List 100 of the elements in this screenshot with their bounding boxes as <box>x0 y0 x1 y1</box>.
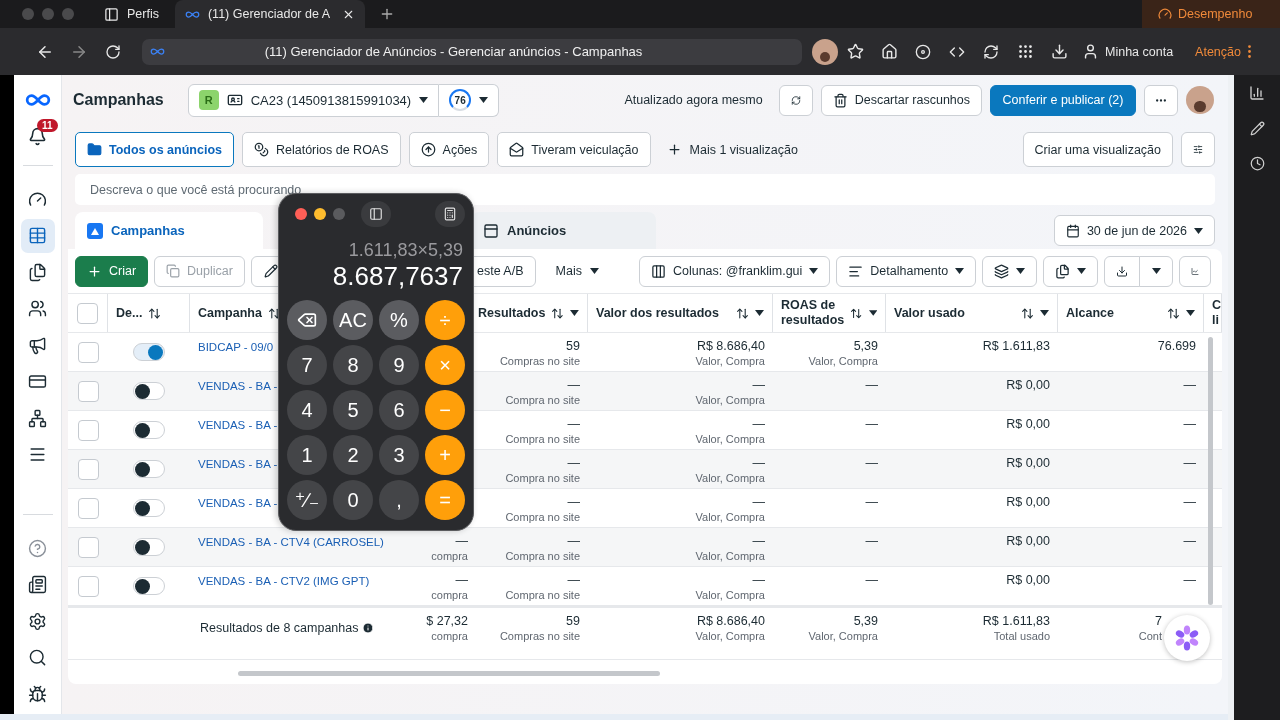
campaign-link[interactable]: VENDAS - BA - <box>198 378 278 394</box>
calculator-key[interactable]: 7 <box>287 345 327 385</box>
close-button[interactable] <box>295 208 307 220</box>
address-field[interactable]: (11) Gerenciador de Anúncios - Gerenciar anúncios - Campanhas <box>142 38 802 65</box>
create-button[interactable]: Criar <box>75 255 149 287</box>
campaign-link[interactable]: VENDAS - BA - CTV2 (IMG GPT) <box>198 573 370 589</box>
add-view-button[interactable]: Mais 1 visualização <box>658 142 806 157</box>
campaign-link[interactable]: BIDCAP - 09/0 <box>198 339 274 355</box>
more-menu-button[interactable]: Mais <box>541 264 613 278</box>
cell-value: — <box>752 455 765 471</box>
view-tab[interactable]: Todos os anúncios <box>75 132 234 167</box>
calculator-key[interactable]: AC <box>333 300 373 340</box>
calculator-key[interactable]: 9 <box>379 345 419 385</box>
create-view-button[interactable]: Criar uma visualização <box>1022 132 1173 167</box>
level-tab[interactable]: Campanhas <box>75 212 263 249</box>
cell-value: — <box>1183 377 1196 393</box>
caret-icon <box>479 97 489 103</box>
level-tab[interactable]: Anúncios <box>471 212 656 249</box>
checkbox[interactable] <box>77 419 99 441</box>
campaign-link[interactable]: VENDAS - BA - <box>198 456 278 472</box>
calculator-key[interactable]: 2 <box>333 435 373 475</box>
cell-value: R$ 8.686,40 <box>696 338 765 354</box>
documents-icon <box>28 262 47 282</box>
score-selector[interactable]: 76 <box>439 83 500 117</box>
toggle-switch[interactable] <box>133 460 165 478</box>
toggle-switch[interactable] <box>133 499 165 517</box>
publish-button[interactable]: Conferir e publicar (2) <box>990 84 1136 116</box>
vertical-scrollbar[interactable] <box>1208 337 1213 605</box>
export-button[interactable] <box>1104 255 1141 287</box>
extension-icon[interactable] <box>915 43 931 60</box>
checkbox[interactable] <box>77 497 99 519</box>
view-tab[interactable]: Relatórios de ROAS <box>242 132 401 167</box>
bar-chart-icon[interactable] <box>1249 85 1265 101</box>
horizontal-scrollbar[interactable] <box>238 671 660 676</box>
date-button[interactable]: 30 de jun de 2026 <box>1053 215 1215 246</box>
toggle-switch[interactable] <box>133 343 165 361</box>
clock-icon[interactable] <box>1249 156 1265 171</box>
discard-button[interactable]: Descartar rascunhos <box>820 84 982 116</box>
ad-icon <box>483 222 499 239</box>
reports-button[interactable] <box>1043 255 1099 287</box>
browser-tab[interactable]: Perfis <box>94 0 169 28</box>
export-menu-button[interactable] <box>1139 255 1174 287</box>
cell-caption: Valor, Compra <box>808 354 878 369</box>
sidebar-button[interactable] <box>361 201 391 227</box>
browser-tab[interactable]: (11) Gerenciador de A <box>174 0 365 28</box>
calculator-key[interactable]: , <box>379 480 419 520</box>
pencil-icon[interactable] <box>1249 121 1265 136</box>
checkbox[interactable] <box>77 341 99 363</box>
home-icon[interactable] <box>880 43 898 60</box>
view-settings-button[interactable] <box>1181 132 1215 167</box>
score-ring: 76 <box>449 89 472 111</box>
calculator-key[interactable]: % <box>379 300 419 340</box>
cell-value: — <box>455 533 468 549</box>
minimize-button[interactable] <box>314 208 326 220</box>
performance-button[interactable]: Desempenho <box>1142 0 1280 28</box>
calculator-key[interactable] <box>287 300 327 340</box>
account-link[interactable]: Minha conta <box>1105 44 1174 59</box>
cell-value: 59 <box>566 613 580 629</box>
columns-button[interactable]: Colunas: @franklim.gui <box>638 255 831 287</box>
view-tab[interactable]: Tiveram veiculação <box>497 132 651 167</box>
cell-caption: compra <box>431 629 468 644</box>
alert-link[interactable]: Atenção <box>1195 44 1241 59</box>
calculator-key[interactable]: 8 <box>333 345 373 385</box>
campaign-link[interactable]: VENDAS - BA - <box>198 417 278 433</box>
star-icon[interactable] <box>846 43 864 60</box>
cell-value: — <box>567 455 580 471</box>
toggle-switch[interactable] <box>133 577 165 595</box>
checkbox[interactable] <box>77 302 98 324</box>
cell-value: 5,39 <box>853 613 878 629</box>
calculator-key[interactable]: 4 <box>287 390 327 430</box>
view-tab[interactable]: Ações <box>408 132 490 167</box>
cell-value: — <box>567 533 580 549</box>
calculator-key[interactable]: 5 <box>333 390 373 430</box>
calculator-key[interactable]: 1 <box>287 435 327 475</box>
calculator-key[interactable]: 6 <box>379 390 419 430</box>
refresh-icon[interactable] <box>983 43 999 60</box>
apps-icon[interactable] <box>1016 43 1034 60</box>
updated-status: Atualizado agora mesmo <box>624 93 763 107</box>
checkbox[interactable] <box>77 380 99 402</box>
toggle-switch[interactable] <box>133 421 165 439</box>
reload-icon[interactable] <box>105 43 121 60</box>
checkbox[interactable] <box>77 575 99 597</box>
checkbox[interactable] <box>77 458 99 480</box>
calculator-key[interactable]: 0 <box>333 480 373 520</box>
account-selector[interactable]: R CA23 (1450913815991034) <box>187 83 440 117</box>
breakdown-button[interactable]: Detalhamento <box>836 255 977 287</box>
checkbox[interactable] <box>77 536 99 558</box>
campaign-link[interactable]: VENDAS - BA - <box>198 495 278 511</box>
calculator-key[interactable]: 3 <box>379 435 419 475</box>
toggle-switch[interactable] <box>133 538 165 556</box>
toggle-switch[interactable] <box>133 382 165 400</box>
campaign-link[interactable]: VENDAS - BA - CTV4 (CARROSEL) <box>198 534 384 550</box>
campaign-icon <box>87 222 103 239</box>
search-field[interactable]: Descreva o que você está procurando <box>75 174 1215 205</box>
page-title: Campanhas <box>73 91 164 109</box>
calculator-key[interactable]: ⁺∕₋ <box>287 480 327 520</box>
download-icon[interactable] <box>1050 43 1068 60</box>
calculator-button[interactable] <box>435 201 465 227</box>
notifications-button[interactable]: 11 <box>20 119 55 153</box>
layers-button[interactable] <box>982 255 1038 287</box>
